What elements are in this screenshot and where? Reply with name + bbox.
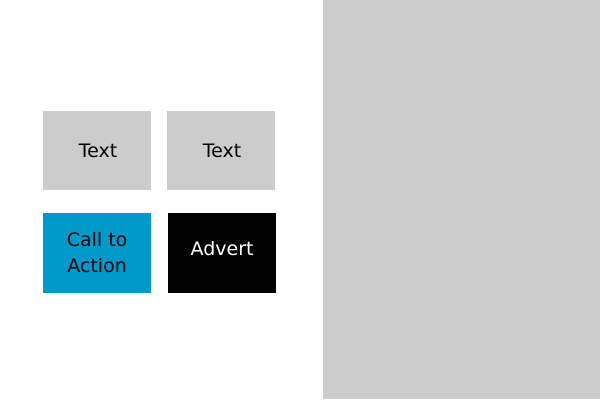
text-tile-2-label: Text	[202, 139, 242, 162]
right-content-panel	[323, 0, 600, 399]
advert-label: Advert	[190, 238, 254, 260]
text-tile-1[interactable]: Text	[43, 111, 151, 190]
text-tile-2[interactable]: Text	[167, 111, 275, 190]
advert-tile[interactable]: Advert	[168, 213, 276, 293]
text-tile-1-label: Text	[78, 139, 118, 162]
call-to-action-button[interactable]: Call to Action	[43, 213, 151, 293]
call-to-action-label: Call to Action	[66, 229, 128, 277]
